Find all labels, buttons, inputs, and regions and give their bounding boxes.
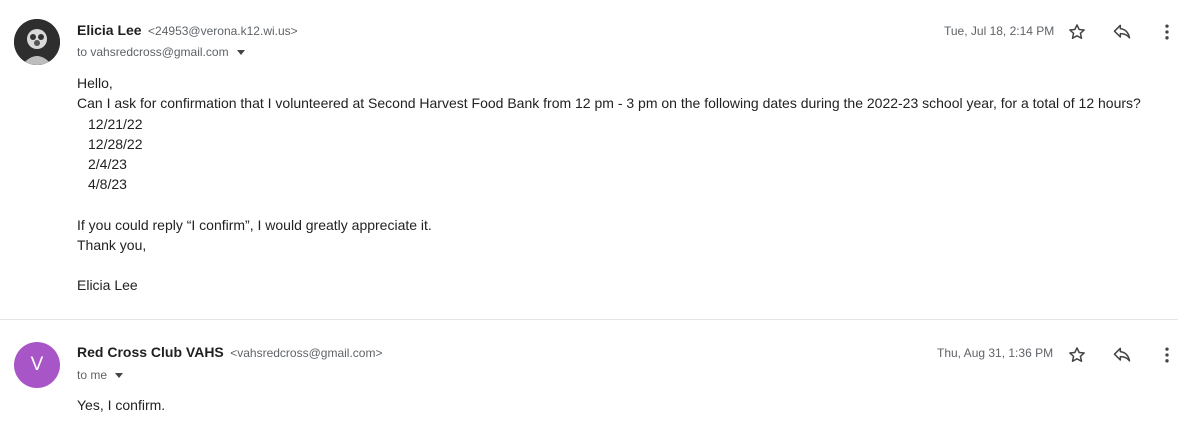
sender-email: <vahsredcross@gmail.com>	[230, 346, 383, 360]
signature: Elicia Lee	[77, 277, 138, 294]
list-item: 12/28/22	[88, 135, 143, 152]
message-date: Tue, Jul 18, 2:14 PM	[944, 24, 1055, 38]
avatar[interactable]: V	[14, 342, 60, 388]
message-body: Hello, Can I ask for confirmation that I…	[77, 73, 1141, 296]
chevron-down-icon[interactable]	[115, 373, 124, 379]
chevron-down-icon[interactable]	[236, 50, 245, 56]
email-message: Elicia Lee <24953@verona.k12.wi.us> to v…	[0, 0, 1195, 320]
message-date: Thu, Aug 31, 1:36 PM	[937, 346, 1054, 360]
request-text: Can I ask for confirmation that I volunt…	[77, 95, 1141, 112]
sender-name[interactable]: Elicia Lee	[77, 22, 142, 38]
dates-list: 12/21/22 12/28/22 2/4/23 4/8/23	[77, 114, 1141, 195]
sender-line: Red Cross Club VAHS <vahsredcross@gmail.…	[77, 344, 382, 362]
avatar[interactable]	[14, 19, 60, 65]
profile-photo-icon	[14, 19, 60, 65]
star-icon[interactable]	[1067, 345, 1087, 365]
thanks: Thank you,	[77, 237, 147, 254]
sender-name[interactable]: Red Cross Club VAHS	[77, 344, 224, 360]
more-vert-icon[interactable]	[1157, 345, 1177, 365]
closing-request: If you could reply “I confirm”, I would …	[77, 216, 432, 233]
list-item: 12/21/22	[88, 115, 143, 132]
email-message: V Red Cross Club VAHS <vahsredcross@gmai…	[0, 320, 1195, 433]
list-item: 4/8/23	[88, 176, 127, 193]
recipients-line[interactable]: to me	[77, 368, 124, 382]
recipients-line[interactable]: to vahsredcross@gmail.com	[77, 45, 245, 59]
reply-icon[interactable]	[1112, 22, 1132, 42]
greeting: Hello,	[77, 75, 113, 91]
reply-icon[interactable]	[1112, 345, 1132, 365]
more-vert-icon[interactable]	[1157, 22, 1177, 42]
star-icon[interactable]	[1067, 22, 1087, 42]
recipients-label: to me	[77, 368, 108, 382]
reply-text: Yes, I confirm.	[77, 397, 166, 413]
sender-line: Elicia Lee <24953@verona.k12.wi.us>	[77, 22, 298, 40]
recipients-label: to vahsredcross@gmail.com	[77, 45, 229, 59]
list-item: 2/4/23	[88, 156, 127, 173]
sender-email: <24953@verona.k12.wi.us>	[148, 24, 298, 38]
message-body: Yes, I confirm.	[77, 395, 165, 415]
